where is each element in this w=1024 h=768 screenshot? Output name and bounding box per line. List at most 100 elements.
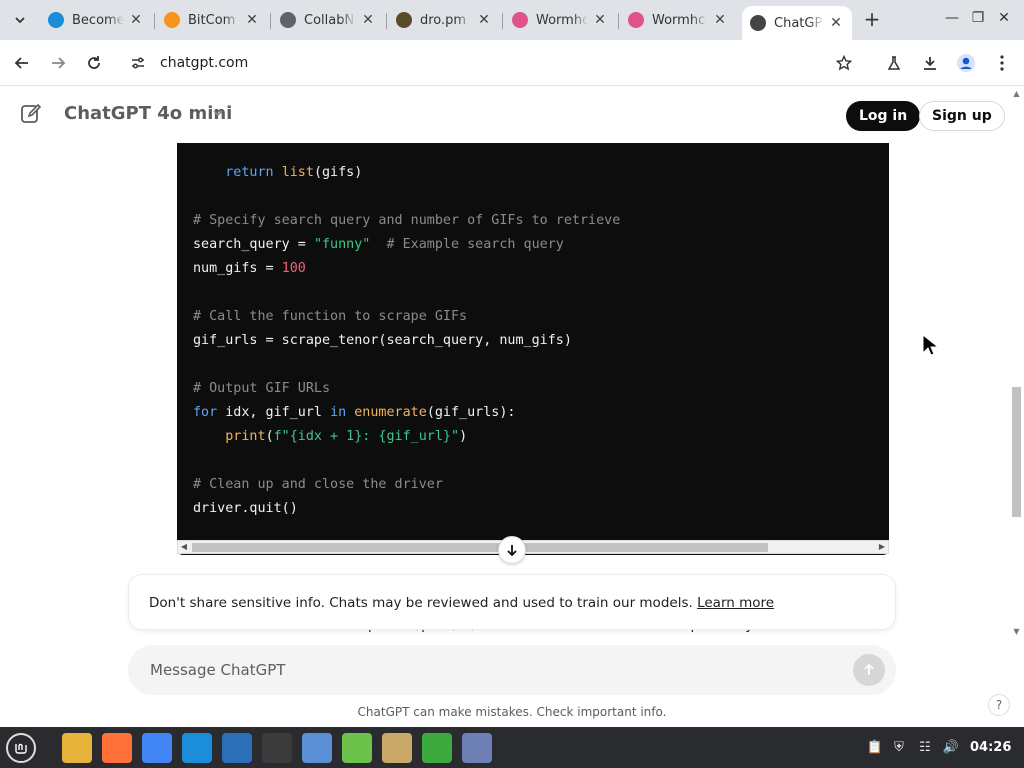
- code-line: # Output GIF URLs: [193, 377, 620, 401]
- code-token: idx, gif_url: [217, 405, 331, 420]
- code-token: "funny": [313, 237, 371, 252]
- message-input[interactable]: Message ChatGPT: [150, 661, 285, 679]
- tab-close-icon[interactable]: ✕: [712, 12, 728, 28]
- wormhole-icon: [512, 12, 528, 28]
- privacy-notice-text: Don't share sensitive info. Chats may be…: [149, 595, 693, 611]
- openai-icon: [750, 15, 766, 31]
- tab-separator: [502, 13, 503, 29]
- send-button[interactable]: [853, 654, 885, 686]
- tab-2[interactable]: BitCom ✕: [156, 6, 268, 34]
- privacy-notice: Don't share sensitive info. Chats may be…: [128, 574, 896, 630]
- code-line: search_query = "funny" # Example search …: [193, 233, 620, 257]
- folder-icon[interactable]: [382, 733, 412, 763]
- volume-tray-icon[interactable]: 🔊: [942, 739, 960, 757]
- scroll-to-bottom-button[interactable]: [498, 536, 526, 564]
- restore-icon[interactable]: ❐: [968, 10, 988, 30]
- scrollbar-thumb[interactable]: [192, 543, 768, 552]
- tab-7[interactable]: ChatGP ✕: [742, 6, 852, 40]
- forward-button[interactable]: [44, 49, 72, 77]
- tab-close-icon[interactable]: ✕: [360, 12, 376, 28]
- tab-title: ChatGP: [774, 15, 823, 31]
- tab-5[interactable]: Wormhc ✕: [504, 6, 616, 34]
- kebab-menu-icon[interactable]: [988, 49, 1016, 77]
- edge-icon: [48, 12, 64, 28]
- bookmark-star-icon[interactable]: [830, 49, 858, 77]
- arrow-up-icon: [864, 663, 874, 675]
- clipboard-tray-icon[interactable]: 📋: [866, 739, 884, 757]
- clock[interactable]: 04:26: [970, 740, 1011, 755]
- scrollbar-thumb[interactable]: [1012, 387, 1021, 517]
- tab-title: BitCom: [188, 12, 236, 28]
- tab-close-icon[interactable]: ✕: [476, 12, 492, 28]
- learn-more-link[interactable]: Learn more: [697, 595, 774, 611]
- terminal-icon[interactable]: [262, 733, 292, 763]
- tab-4[interactable]: dro.pm ✕: [388, 6, 500, 34]
- tab-search-button[interactable]: [6, 6, 34, 34]
- code-block: return list(gifs) # Specify search query …: [177, 143, 889, 555]
- scroll-up-arrow-icon[interactable]: ▲: [1012, 89, 1021, 98]
- start-menu-icon[interactable]: [6, 733, 36, 763]
- new-tab-button[interactable]: +: [860, 8, 884, 32]
- code-token: # Output GIF URLs: [193, 381, 331, 396]
- new-chat-pencil-icon[interactable]: [20, 103, 44, 127]
- text-editor-icon[interactable]: [302, 733, 332, 763]
- edge-dev-icon[interactable]: [182, 733, 212, 763]
- help-button[interactable]: ?: [988, 694, 1010, 716]
- message-composer[interactable]: Message ChatGPT: [128, 645, 896, 695]
- code-token: list: [281, 165, 314, 180]
- bitcoin-icon: [164, 12, 180, 28]
- code-horizontal-scrollbar[interactable]: ◀ ▶: [177, 540, 889, 554]
- download-icon[interactable]: [916, 49, 944, 77]
- chrome-icon[interactable]: [142, 733, 172, 763]
- minimize-icon[interactable]: —: [942, 10, 962, 30]
- scroll-down-arrow-icon[interactable]: ▼: [1012, 627, 1021, 636]
- calculator-icon[interactable]: [342, 733, 372, 763]
- tab-close-icon[interactable]: ✕: [828, 15, 844, 31]
- shield-alert-tray-icon[interactable]: ⛨: [890, 739, 908, 757]
- address-bar[interactable]: chatgpt.com: [118, 46, 864, 80]
- back-button[interactable]: [8, 49, 36, 77]
- scroll-right-arrow-icon[interactable]: ▶: [876, 541, 888, 553]
- profile-avatar-icon[interactable]: [952, 49, 980, 77]
- tab-close-icon[interactable]: ✕: [592, 12, 608, 28]
- reload-icon: [88, 56, 100, 69]
- tab-separator: [154, 13, 155, 29]
- remote-desktop-icon[interactable]: [222, 733, 252, 763]
- forward-arrow-icon: [52, 57, 66, 69]
- tab-close-icon[interactable]: ✕: [244, 12, 260, 28]
- vpn-shield-icon[interactable]: [422, 733, 452, 763]
- sign-up-button[interactable]: Sign up: [919, 101, 1005, 131]
- model-selector[interactable]: ChatGPT 4o mini: [64, 103, 232, 124]
- page-vertical-scrollbar[interactable]: ▲ ▼: [1009, 87, 1024, 640]
- tab-3[interactable]: CollabN ✕: [272, 6, 384, 34]
- code-token: # Specify search query and number of GIF…: [193, 213, 621, 228]
- site-settings-icon[interactable]: [130, 55, 146, 71]
- tab-6[interactable]: Wormhc ✕: [620, 6, 736, 34]
- code-line: return list(gifs): [193, 161, 620, 185]
- tab-title: Wormhc: [536, 12, 588, 28]
- tab-separator: [618, 13, 619, 29]
- wormhole-icon: [628, 12, 644, 28]
- firefox-icon[interactable]: [102, 733, 132, 763]
- network-tray-icon[interactable]: ☷: [916, 739, 934, 757]
- log-in-button[interactable]: Log in: [846, 101, 921, 131]
- dropm-icon: [396, 12, 412, 28]
- close-window-icon[interactable]: ✕: [994, 10, 1014, 30]
- browser-toolbar: chatgpt.com: [0, 40, 1024, 86]
- notes-icon[interactable]: [462, 733, 492, 763]
- tab-1[interactable]: Become ✕: [40, 6, 152, 34]
- reload-button[interactable]: [80, 49, 108, 77]
- code-token: search_query =: [193, 237, 314, 252]
- code-token: driver.quit(): [193, 501, 298, 516]
- scroll-left-arrow-icon[interactable]: ◀: [178, 541, 190, 553]
- files-icon[interactable]: [62, 733, 92, 763]
- labs-flask-icon[interactable]: [880, 49, 908, 77]
- tab-close-icon[interactable]: ✕: [128, 12, 144, 28]
- chevron-down-icon[interactable]: [212, 107, 224, 122]
